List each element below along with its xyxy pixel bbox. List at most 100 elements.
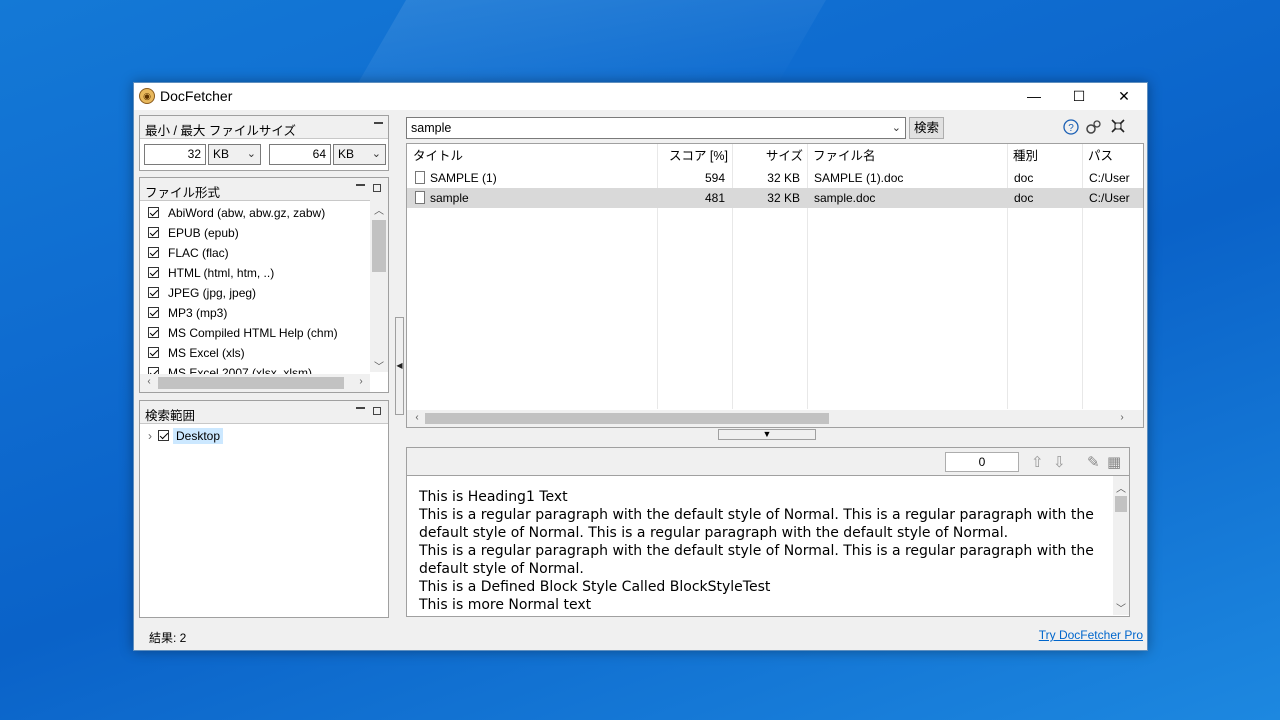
up-arrow-icon[interactable]: ⇧ bbox=[1031, 453, 1044, 471]
checkbox-checked-icon[interactable] bbox=[148, 267, 159, 278]
maximize-button[interactable]: ☐ bbox=[1056, 83, 1102, 110]
cell-size: 32 KB bbox=[767, 171, 800, 185]
column-header-path[interactable]: パス bbox=[1082, 144, 1143, 168]
column-header-title[interactable]: タイトル bbox=[407, 144, 657, 168]
checkbox-checked-icon[interactable] bbox=[148, 287, 159, 298]
file-type-item[interactable]: EPUB (epub) bbox=[148, 223, 239, 243]
checkbox-checked-icon[interactable] bbox=[158, 430, 169, 441]
app-window: ◉ DocFetcher — ☐ ✕ 最小 / 最大 ファイルサイズ 32 KB… bbox=[133, 82, 1148, 651]
column-header-type[interactable]: 種別 bbox=[1007, 144, 1082, 168]
close-button[interactable]: ✕ bbox=[1101, 83, 1147, 110]
checkbox-checked-icon[interactable] bbox=[148, 347, 159, 358]
chevron-right-icon[interactable]: › bbox=[148, 429, 152, 443]
preview-line: This is more Normal text bbox=[419, 597, 592, 613]
max-size-input[interactable]: 64 bbox=[269, 144, 331, 165]
cell-score: 594 bbox=[704, 171, 725, 185]
try-pro-link[interactable]: Try DocFetcher Pro bbox=[1039, 628, 1143, 642]
max-unit-select[interactable]: KB ⌄ bbox=[333, 144, 386, 165]
size-filter-header: 最小 / 最大 ファイルサイズ bbox=[140, 116, 388, 139]
results-hscrollbar[interactable]: ‹ › bbox=[407, 410, 1143, 427]
settings-icon[interactable] bbox=[1085, 119, 1103, 137]
min-unit-value: KB bbox=[213, 147, 230, 161]
file-type-label: MS Compiled HTML Help (chm) bbox=[168, 326, 338, 340]
scroll-thumb[interactable] bbox=[425, 413, 829, 424]
file-type-item[interactable]: JPEG (jpg, jpeg) bbox=[148, 283, 256, 303]
table-row[interactable]: SAMPLE (1) 594 32 KB SAMPLE (1).doc doc … bbox=[407, 168, 1143, 188]
left-collapse-handle[interactable]: ◀ bbox=[395, 317, 404, 415]
collapse-icon[interactable] bbox=[1109, 119, 1127, 137]
preview-vscrollbar[interactable]: ︿ ﹀ bbox=[1113, 476, 1129, 615]
scroll-right-icon[interactable]: › bbox=[354, 376, 368, 387]
scroll-thumb[interactable] bbox=[1115, 496, 1127, 512]
search-button[interactable]: 検索 bbox=[909, 117, 944, 139]
table-row[interactable]: sample 481 32 KB sample.doc doc C:/User bbox=[407, 188, 1143, 208]
chevron-down-icon: ⌄ bbox=[371, 148, 381, 160]
size-filter-title: 最小 / 最大 ファイルサイズ bbox=[145, 124, 297, 138]
file-type-item[interactable]: MS Compiled HTML Help (chm) bbox=[148, 323, 338, 343]
file-types-header: ファイル形式 bbox=[140, 178, 388, 201]
file-types-vscrollbar[interactable]: ︿ ﹀ bbox=[370, 200, 388, 373]
file-type-item[interactable]: HTML (html, htm, ..) bbox=[148, 263, 274, 283]
preview-pane: This is Heading1 Text This is a regular … bbox=[406, 476, 1130, 617]
chevron-down-icon[interactable]: ⌄ bbox=[892, 121, 901, 134]
cell-size: 32 KB bbox=[767, 191, 800, 205]
checkbox-checked-icon[interactable] bbox=[148, 227, 159, 238]
app-icon: ◉ bbox=[139, 88, 155, 104]
cell-filename: SAMPLE (1).doc bbox=[814, 171, 904, 185]
highlight-icon[interactable]: ✎ bbox=[1087, 453, 1100, 471]
checkbox-checked-icon[interactable] bbox=[148, 247, 159, 258]
scroll-thumb[interactable] bbox=[158, 377, 344, 389]
hit-count-field[interactable]: 0 bbox=[945, 452, 1019, 472]
help-icon[interactable]: ? bbox=[1062, 119, 1080, 137]
search-input[interactable]: sample ⌄ bbox=[406, 117, 906, 139]
min-unit-select[interactable]: KB ⌄ bbox=[208, 144, 261, 165]
search-scope-title: 検索範囲 bbox=[145, 409, 196, 423]
file-type-label: MS Excel (xls) bbox=[168, 346, 245, 360]
scroll-up-icon[interactable]: ︿ bbox=[372, 202, 386, 217]
file-type-label: HTML (html, htm, ..) bbox=[168, 266, 275, 280]
preview-line: This is a regular paragraph with the def… bbox=[419, 543, 1094, 577]
preview-line: This is Heading1 Text bbox=[419, 489, 568, 505]
column-header-filename[interactable]: ファイル名 bbox=[807, 144, 1007, 168]
checkbox-checked-icon[interactable] bbox=[148, 307, 159, 318]
cell-title: sample bbox=[430, 191, 469, 205]
maximize-panel-icon[interactable] bbox=[373, 407, 381, 415]
down-arrow-icon[interactable]: ⇩ bbox=[1053, 453, 1066, 471]
preview-toolbar: 0 ⇧ ⇩ ✎ ▦ bbox=[406, 447, 1130, 476]
scope-item[interactable]: › Desktop bbox=[148, 427, 224, 445]
window-title: DocFetcher bbox=[160, 88, 233, 104]
file-type-item[interactable]: AbiWord (abw, abw.gz, zabw) bbox=[148, 203, 325, 223]
search-query: sample bbox=[411, 121, 452, 135]
checkbox-checked-icon[interactable] bbox=[148, 327, 159, 338]
max-unit-value: KB bbox=[338, 147, 355, 161]
cell-score: 481 bbox=[704, 191, 725, 205]
scroll-thumb[interactable] bbox=[372, 220, 386, 272]
doc-icon bbox=[415, 171, 425, 184]
minimize-button[interactable]: — bbox=[1011, 83, 1057, 110]
scroll-up-icon[interactable]: ︿ bbox=[1114, 480, 1128, 495]
file-type-label: FLAC (flac) bbox=[168, 246, 229, 260]
checkbox-checked-icon[interactable] bbox=[148, 207, 159, 218]
file-type-item[interactable]: FLAC (flac) bbox=[148, 243, 229, 263]
min-size-input[interactable]: 32 bbox=[144, 144, 206, 165]
scroll-right-icon[interactable]: › bbox=[1115, 412, 1129, 423]
minimize-panel-icon[interactable] bbox=[356, 404, 365, 409]
file-type-label: EPUB (epub) bbox=[168, 226, 239, 240]
maximize-panel-icon[interactable] bbox=[373, 184, 381, 192]
file-type-item[interactable]: MS Excel (xls) bbox=[148, 343, 245, 363]
scroll-down-icon[interactable]: ﹀ bbox=[372, 358, 386, 373]
title-bar: ◉ DocFetcher — ☐ ✕ bbox=[134, 83, 1147, 110]
scroll-left-icon[interactable]: ‹ bbox=[410, 412, 424, 423]
minimize-panel-icon[interactable] bbox=[374, 119, 383, 124]
file-type-item[interactable]: MP3 (mp3) bbox=[148, 303, 227, 323]
column-header-size[interactable]: サイズ bbox=[732, 144, 807, 168]
column-header-score[interactable]: スコア [%] bbox=[657, 144, 732, 168]
cell-type: doc bbox=[1014, 191, 1034, 205]
scroll-down-icon[interactable]: ﹀ bbox=[1114, 600, 1128, 615]
layout-icon[interactable]: ▦ bbox=[1107, 453, 1121, 471]
bottom-collapse-handle[interactable]: ▼ bbox=[718, 429, 816, 440]
minimize-panel-icon[interactable] bbox=[356, 181, 365, 186]
scroll-left-icon[interactable]: ‹ bbox=[142, 376, 156, 387]
file-types-hscrollbar[interactable]: ‹ › bbox=[140, 374, 370, 392]
search-scope-header: 検索範囲 bbox=[140, 401, 388, 424]
